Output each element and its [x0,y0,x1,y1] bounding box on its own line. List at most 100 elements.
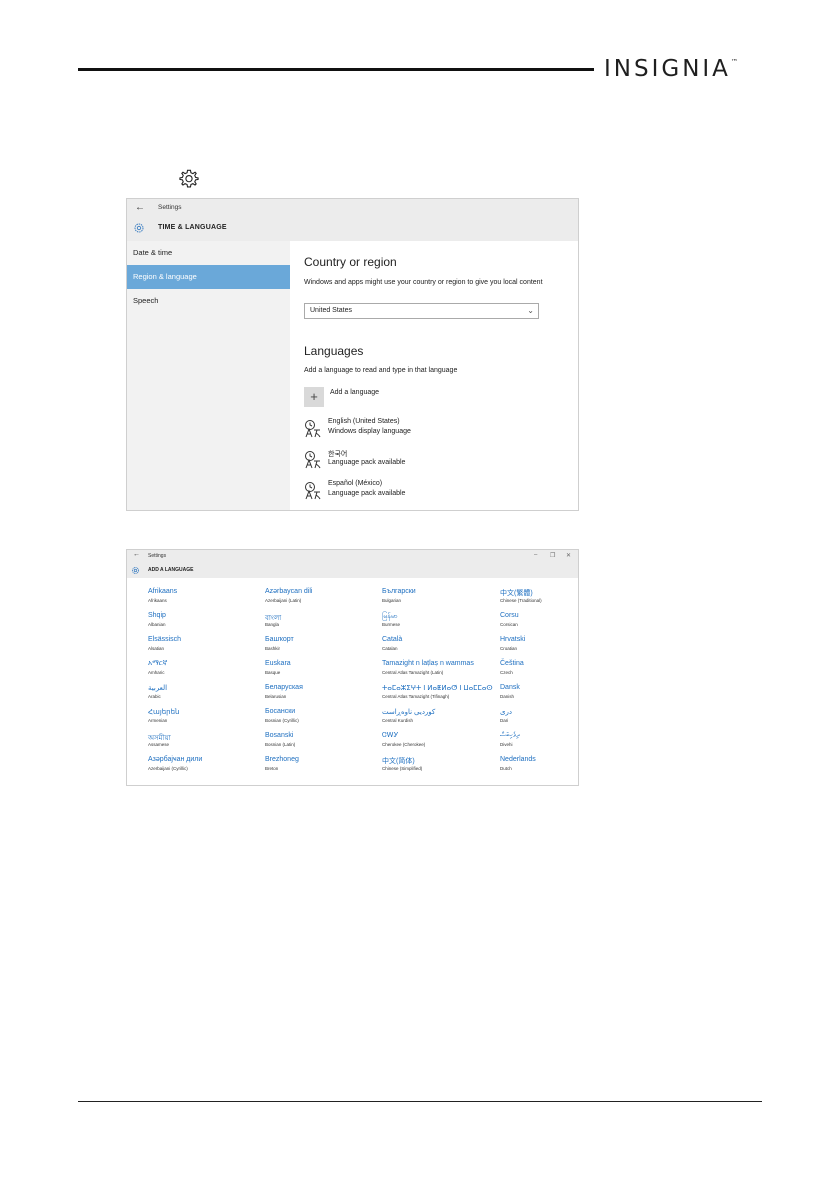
minimize-icon[interactable]: – [534,552,537,558]
language-native-name: Азәрбајҹан дили [148,756,203,763]
footer-rule [78,1101,762,1102]
language-native-name: العربية [148,685,168,692]
language-native-name: Bosanski [265,732,294,739]
languages-description: Add a language to read and type in that … [304,367,458,374]
language-option[interactable]: 中文(繁體) Chinese (Traditional) [500,588,578,610]
language-native-name: မြန်မာ [382,613,398,620]
language-option[interactable]: Беларуская Belarusian [265,684,380,706]
language-item[interactable]: Español (México) Language pack available [304,480,564,504]
window-title: Settings [158,204,182,211]
language-status: Windows display language [328,428,411,435]
language-english-name: Breton [265,766,279,771]
language-option[interactable]: Bosanski Bosnian (Latin) [265,732,380,754]
language-option[interactable]: Nederlands Dutch [500,756,578,778]
country-dropdown-value: United States [310,307,353,314]
language-english-name: Azerbaijani (Cyrillic) [148,766,188,771]
language-native-name: ދިވެހިބަސް [500,732,520,739]
language-option[interactable]: Shqip Albanian [148,612,263,634]
add-language-label[interactable]: Add a language [330,389,379,396]
language-english-name: Chinese (Simplified) [382,766,423,771]
language-option[interactable]: 中文(简体) Chinese (Simplified) [382,756,497,778]
language-english-name: Arabic [148,694,161,699]
language-option[interactable]: Català Catalan [382,636,497,658]
header-rule [78,68,594,71]
language-english-name: Cherokee (Cherokee) [382,742,426,747]
language-item[interactable]: English (United States) Windows display … [304,418,564,442]
language-english-name: Azerbaijani (Latin) [265,598,302,603]
language-option[interactable]: Български Bulgarian [382,588,497,610]
language-option[interactable]: မြန်မာ Burmese [382,612,497,634]
language-english-name: Central Kurdish [382,718,414,723]
language-english-name: Catalan [382,646,398,651]
language-native-name: አማርኛ [148,660,168,667]
language-icon [305,451,321,469]
language-english-name: Belarusian [265,694,287,699]
language-name: Español (México) [328,480,383,487]
language-option[interactable]: Հայերեն Armenian [148,708,263,730]
language-native-name: Български [382,588,416,595]
language-native-name: ⵜⴰⵎⴰⵣⵉⵖⵜ ⵏ ⵍⴰⵟⵍⴰⵚ ⵏ ⵡⴰⵎⵎⴰⵙ [382,685,493,692]
language-english-name: Divehi [500,742,513,747]
language-english-name: Basque [265,670,281,675]
language-native-name: کوردیی ناوەڕاست [382,709,436,716]
back-arrow-icon[interactable]: ← [133,551,140,558]
language-option[interactable]: Corsu Corsican [500,612,578,634]
language-status: Language pack available [328,490,406,497]
language-option[interactable]: Brezhoneg Breton [265,756,380,778]
language-native-name: Hrvatski [500,636,526,643]
add-language-button[interactable]: + [304,387,324,407]
language-option[interactable]: Босански Bosnian (Cyrillic) [265,708,380,730]
language-option[interactable]: درى Dari [500,708,578,730]
back-arrow-icon[interactable]: ← [135,202,145,213]
country-description: Windows and apps might use your country … [304,279,543,286]
language-english-name: Central Atlas Tamazight (Tifinagh) [382,694,450,699]
language-option[interactable]: Azərbaycan dili Azerbaijani (Latin) [265,588,380,610]
language-english-name: Bosnian (Latin) [265,742,296,747]
language-english-name: Bashkir [265,646,281,651]
close-icon[interactable]: ✕ [566,552,571,559]
sidebar-item-region-language[interactable]: Region & language [127,265,290,289]
language-english-name: Afrikaans [148,598,167,603]
language-native-name: ᏣᎳᎩ [382,732,399,739]
language-option[interactable]: Elsässisch Alsatian [148,636,263,658]
language-english-name: Armenian [148,718,168,723]
language-native-name: Afrikaans [148,588,178,595]
language-option[interactable]: Afrikaans Afrikaans [148,588,263,610]
language-option[interactable]: Čeština Czech [500,660,578,682]
language-native-name: Shqip [148,612,166,619]
language-native-name: Башҡорт [265,636,294,643]
language-option[interactable]: ᏣᎳᎩ Cherokee (Cherokee) [382,732,497,754]
language-native-name: Tamazight n laṭlaṣ n wammas [382,660,474,667]
language-english-name: Amharic [148,670,165,675]
language-english-name: Chinese (Traditional) [500,598,542,603]
language-english-name: Corsican [500,622,518,627]
language-english-name: Central Atlas Tamazight (Latin) [382,670,444,675]
language-english-name: Czech [500,670,513,675]
language-option[interactable]: አማርኛ Amharic [148,660,263,682]
language-item[interactable]: 한국어 Language pack available [304,449,564,473]
language-option[interactable]: کوردیی ناوەڕاست Central Kurdish [382,708,497,730]
language-option[interactable]: ދިވެހިބަސް Divehi [500,732,578,754]
language-option[interactable]: ⵜⴰⵎⴰⵣⵉⵖⵜ ⵏ ⵍⴰⵟⵍⴰⵚ ⵏ ⵡⴰⵎⵎⴰⵙ Central Atlas … [382,684,497,706]
language-option[interactable]: العربية Arabic [148,684,263,706]
language-option[interactable]: Dansk Danish [500,684,578,706]
country-dropdown[interactable]: United States ⌄ [304,303,539,319]
language-native-name: Corsu [500,612,519,619]
title-bar: ← Settings TIME & LANGUAGE [127,199,578,241]
language-option[interactable]: বাংলা Bangla [265,612,380,634]
language-option[interactable]: Euskara Basque [265,660,380,682]
language-native-name: 中文(简体) [382,758,415,765]
language-option[interactable]: Tamazight n laṭlaṣ n wammas Central Atlas… [382,660,497,682]
language-option[interactable]: Hrvatski Croatian [500,636,578,658]
restore-icon[interactable]: ❐ [550,552,555,559]
sidebar-item-date-time[interactable]: Date & time [127,241,270,265]
language-option[interactable]: Башҡорт Bashkir [265,636,380,658]
language-option[interactable]: অসমীয়া Assamese [148,732,263,754]
language-option[interactable]: Азәрбајҹан дили Azerbaijani (Cyrillic) [148,756,263,778]
sidebar-item-speech[interactable]: Speech [127,289,270,313]
language-native-name: 中文(繁體) [500,590,533,597]
language-english-name: Bosnian (Cyrillic) [265,718,299,723]
language-english-name: Burmese [382,622,401,627]
language-english-name: Danish [500,694,515,699]
gear-icon [134,223,144,233]
